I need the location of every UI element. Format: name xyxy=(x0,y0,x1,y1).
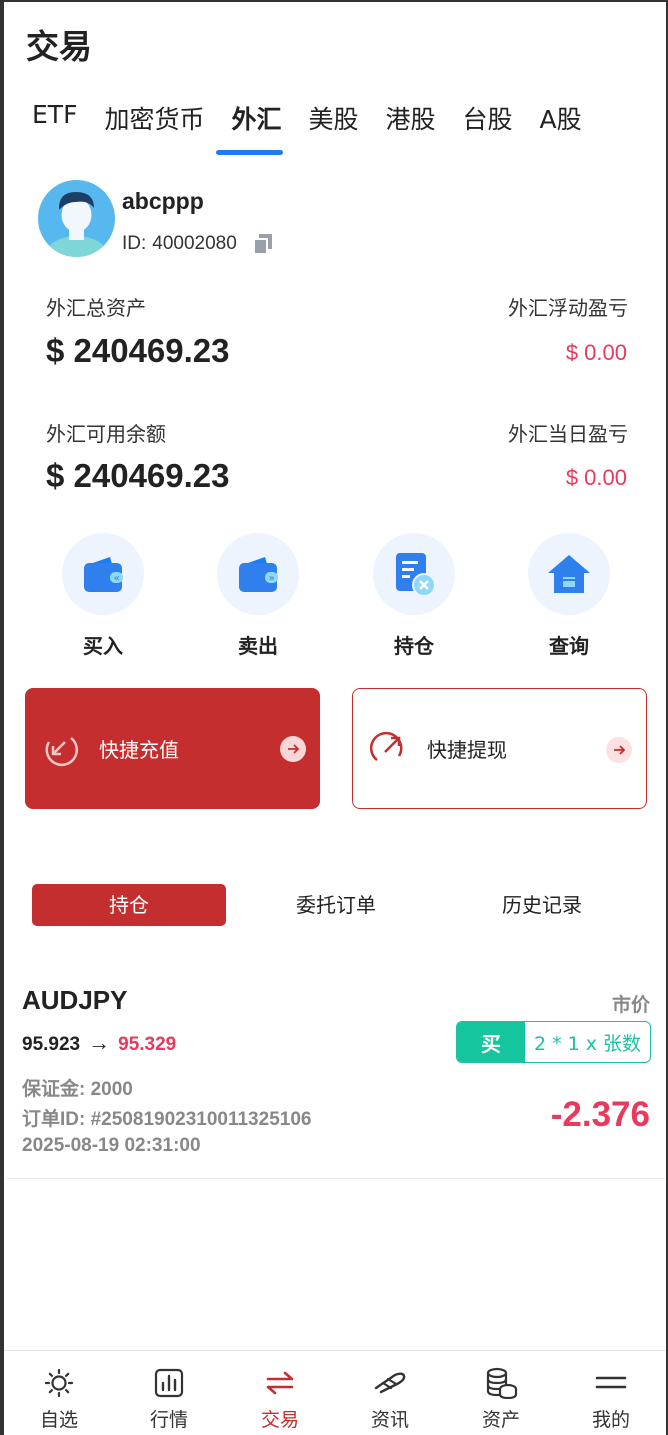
tab-us-stocks[interactable]: 美股 xyxy=(308,100,358,136)
bottom-nav: 自选 行情 交易 资讯 资产 我的 xyxy=(4,1350,666,1435)
trade-quantity: 2 * 1 x 张数 xyxy=(533,1032,642,1055)
order-subtabs: 持仓 委托订单 历史记录 xyxy=(32,884,652,926)
chart-icon xyxy=(154,1368,184,1398)
tab-tw-stocks[interactable]: 台股 xyxy=(463,100,513,136)
user-id-row: ID: 40002080 xyxy=(122,233,273,255)
action-buy-circle: « xyxy=(62,533,144,615)
action-sell-circle: » xyxy=(217,533,299,615)
nav-watchlist-label: 自选 xyxy=(39,1409,78,1431)
wallet-buy-icon: « xyxy=(84,557,123,592)
action-sell[interactable]: » 卖出 xyxy=(208,533,308,659)
position-doc-icon xyxy=(396,553,436,597)
subtab-positions[interactable]: 持仓 xyxy=(32,884,226,926)
nav-assets[interactable]: 资产 xyxy=(446,1351,556,1432)
username: abcppp xyxy=(122,188,204,214)
nav-trade[interactable]: 交易 xyxy=(225,1351,335,1432)
action-buy[interactable]: « 买入 xyxy=(53,533,153,659)
action-query-circle xyxy=(528,533,610,615)
quick-withdraw-label: 快捷提现 xyxy=(427,738,507,762)
nav-news[interactable]: 资讯 xyxy=(335,1351,445,1432)
active-tab-indicator xyxy=(216,150,283,155)
total-assets-label: 外汇总资产 xyxy=(46,296,146,320)
tab-hk-stocks[interactable]: 港股 xyxy=(386,100,436,136)
action-buy-label: 买入 xyxy=(83,634,123,658)
coins-icon xyxy=(486,1367,518,1399)
news-icon xyxy=(374,1372,406,1394)
quick-deposit-label: 快捷充值 xyxy=(99,738,179,762)
tab-etf[interactable]: ETF xyxy=(32,100,77,136)
sun-icon xyxy=(44,1368,74,1398)
quick-withdraw-button[interactable]: 快捷提现 xyxy=(352,688,647,809)
nav-watchlist[interactable]: 自选 xyxy=(4,1351,114,1432)
svg-text:»: » xyxy=(268,573,274,584)
available-balance-value: $ 240469.23 xyxy=(46,457,230,494)
trade-side: 买 xyxy=(457,1022,525,1062)
page-title: 交易 xyxy=(26,27,92,66)
copy-icon[interactable] xyxy=(252,233,273,255)
nav-trade-label: 交易 xyxy=(260,1409,299,1431)
subtab-pending-orders[interactable]: 委托订单 xyxy=(252,884,420,926)
tab-crypto[interactable]: 加密货币 xyxy=(104,100,204,136)
tab-forex[interactable]: 外汇 xyxy=(231,100,281,136)
action-query[interactable]: 查询 xyxy=(519,533,619,659)
avatar-person-icon xyxy=(38,180,115,257)
current-price: 95.329 xyxy=(118,1034,177,1055)
nav-market[interactable]: 行情 xyxy=(114,1351,224,1432)
house-query-icon xyxy=(548,555,590,593)
price-arrow: → xyxy=(88,1030,111,1055)
user-id-label: ID: xyxy=(122,233,147,254)
position-margin: 保证金: 2000 xyxy=(22,1079,133,1100)
user-id-value: 40002080 xyxy=(152,233,237,254)
nav-me[interactable]: 我的 xyxy=(556,1351,666,1432)
market-tabs: ETF 加密货币 外汇 美股 港股 台股 A股 xyxy=(32,100,609,136)
nav-assets-label: 资产 xyxy=(481,1409,520,1431)
deposit-arrow-icon xyxy=(45,736,78,766)
position-time: 2025-08-19 02:31:00 xyxy=(22,1135,201,1156)
available-balance-label: 外汇可用余额 xyxy=(46,422,166,446)
position-price-row: 95.923 → 95.329 xyxy=(22,1030,176,1056)
action-positions-circle xyxy=(373,533,455,615)
position-order-id: 订单ID: #25081902310011325106 xyxy=(22,1109,312,1130)
tab-a-shares[interactable]: A股 xyxy=(540,100,582,136)
floating-pnl-label: 外汇浮动盈亏 xyxy=(508,296,628,320)
nav-market-label: 行情 xyxy=(149,1409,188,1431)
total-assets-value: $ 240469.23 xyxy=(46,332,230,369)
nav-me-label: 我的 xyxy=(591,1409,630,1431)
svg-text:«: « xyxy=(113,573,119,584)
wallet-sell-icon: » xyxy=(239,557,278,592)
nav-news-label: 资讯 xyxy=(370,1409,409,1431)
deposit-go-icon xyxy=(280,736,306,762)
floating-pnl-value: $ 0.00 xyxy=(565,340,627,365)
exchange-icon xyxy=(266,1371,294,1395)
divider xyxy=(6,1178,666,1179)
withdraw-go-icon xyxy=(606,737,632,763)
action-query-label: 查询 xyxy=(549,634,589,658)
withdraw-arrow-icon xyxy=(370,731,403,761)
position-symbol: AUDJPY xyxy=(22,985,128,1015)
subtab-history[interactable]: 历史记录 xyxy=(458,884,626,926)
action-sell-label: 卖出 xyxy=(238,634,278,658)
menu-icon xyxy=(595,1376,627,1389)
trade-side-badge: 买 2 * 1 x 张数 xyxy=(456,1021,651,1063)
avatar[interactable] xyxy=(38,180,115,257)
daily-pnl-label: 外汇当日盈亏 xyxy=(508,422,628,446)
action-positions[interactable]: 持仓 xyxy=(364,533,464,659)
open-price: 95.923 xyxy=(22,1034,81,1055)
position-order-type: 市价 xyxy=(611,994,650,1016)
daily-pnl-value: $ 0.00 xyxy=(565,465,627,490)
quick-deposit-button[interactable]: 快捷充值 xyxy=(25,688,320,809)
position-pnl: -2.376 xyxy=(550,1095,650,1134)
action-positions-label: 持仓 xyxy=(394,634,434,658)
